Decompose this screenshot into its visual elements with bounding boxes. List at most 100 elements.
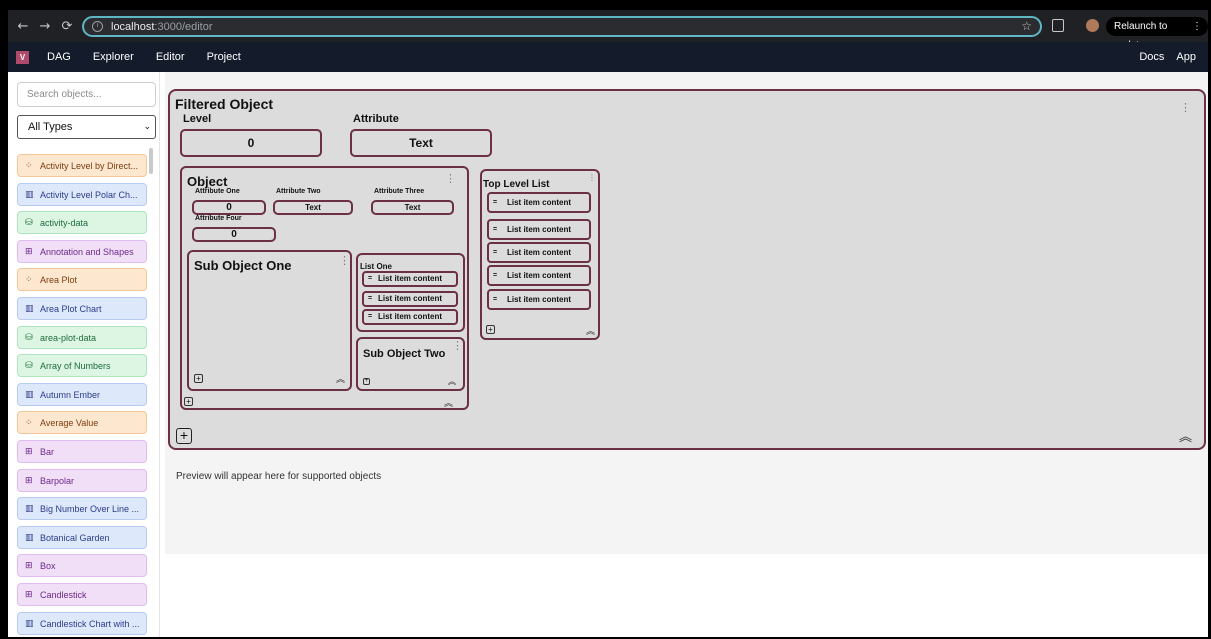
list-item[interactable]: = List item content (362, 271, 458, 287)
profile-avatar[interactable] (1086, 19, 1099, 32)
sidebar-item-label: Big Number Over Line ... (40, 504, 140, 515)
chevron-down-icon: ⌄ (143, 122, 151, 132)
drag-handle-icon[interactable]: = (493, 194, 497, 211)
forward-icon[interactable]: → (34, 19, 56, 34)
list-item[interactable]: = List item content (362, 309, 458, 325)
collapse-icon[interactable]: ︽ (448, 376, 456, 387)
sidebar-item[interactable]: ⁘ Activity Level by Direct... (17, 154, 147, 177)
sidebar-item-label: Box (40, 561, 56, 572)
list-item[interactable]: = List item content (487, 219, 591, 240)
chart-icon: ▥ (25, 304, 34, 314)
menu-dots-icon[interactable]: ⋮ (1192, 17, 1202, 36)
attr3-field[interactable]: Text (371, 200, 454, 215)
nav-docs[interactable]: Docs (1139, 51, 1164, 63)
sub-object-two-title: Sub Object Two (363, 348, 446, 360)
nav-explorer[interactable]: Explorer (93, 51, 134, 63)
site-info-icon[interactable]: i (92, 21, 103, 32)
list-item[interactable]: = List item content (487, 192, 591, 213)
back-icon[interactable]: ← (12, 19, 34, 34)
level-label: Level (183, 113, 212, 125)
add-icon[interactable]: + (194, 374, 203, 383)
sidebar-item-label: Annotation and Shapes (40, 246, 134, 257)
sidebar-item[interactable]: ▥ Big Number Over Line ... (17, 497, 147, 521)
list-item[interactable]: = List item content (487, 265, 591, 286)
attr4-field[interactable]: 0 (192, 227, 276, 242)
collapse-icon[interactable]: ︽ (444, 396, 453, 409)
attr4-label: Attribute Four (195, 215, 242, 222)
extensions-icon[interactable] (1052, 19, 1064, 32)
attr2-field[interactable]: Text (273, 200, 353, 215)
sidebar-item[interactable]: ▥ Botanical Garden (17, 525, 147, 549)
relaunch-button[interactable]: Relaunch to update ⋮ (1106, 17, 1208, 51)
object-menu-icon[interactable]: ⋮ (445, 173, 456, 184)
database-icon: ⛁ (25, 361, 33, 372)
sidebar-item-label: Barpolar (40, 475, 75, 486)
sidebar-item[interactable]: ▥ Candlestick Chart with ... (17, 611, 147, 635)
type-filter-select[interactable]: All Types ⌄ (17, 115, 156, 139)
sidebar-item[interactable]: ⊞ Barpolar (17, 468, 147, 492)
list-item-label: List item content (507, 198, 572, 207)
bookmark-star-icon[interactable]: ☆ (1021, 19, 1032, 33)
list-item-label: List item content (507, 225, 572, 234)
attribute-field[interactable]: Text (350, 129, 492, 157)
sidebar-item[interactable]: ⊞ Candlestick (17, 583, 147, 606)
drag-handle-icon[interactable]: = (493, 267, 497, 284)
nav-project[interactable]: Project (207, 51, 241, 63)
sidebar-item-label: Bar (40, 447, 55, 457)
sub-object-one-menu-icon[interactable]: ⋮ (339, 255, 350, 266)
add-icon[interactable]: + (176, 428, 192, 444)
address-bar[interactable]: i localhost :3000/editor ☆ (82, 16, 1042, 37)
card-menu-icon[interactable]: ⋮ (1180, 102, 1191, 113)
top-list-menu-icon[interactable]: ⋮ (588, 174, 596, 182)
sidebar-item[interactable]: ⁘ Average Value (17, 411, 147, 435)
add-icon[interactable]: + (486, 325, 495, 334)
collapse-icon[interactable]: ︽ (1179, 426, 1192, 445)
list-item[interactable]: = List item content (362, 291, 458, 307)
sidebar-item[interactable]: ⁘ Area Plot (17, 268, 147, 292)
sidebar-item[interactable]: ⊞ Box (17, 554, 147, 578)
grid-icon: ⊞ (25, 475, 33, 486)
sidebar-item[interactable]: ▥ Activity Level Polar Ch... (17, 182, 147, 206)
level-field[interactable]: 0 (180, 129, 322, 157)
sidebar-item[interactable]: ⛁ activity-data (17, 211, 147, 235)
sidebar-item[interactable]: ⛁ area-plot-data (17, 325, 147, 349)
database-icon: ⛁ (25, 218, 33, 229)
sidebar-scrollbar[interactable] (149, 148, 153, 174)
nav-dag[interactable]: DAG (47, 51, 71, 63)
app-logo[interactable]: V (16, 50, 29, 64)
list-item[interactable]: = List item content (487, 289, 591, 310)
sidebar-item-label: Candlestick Chart with ... (40, 618, 140, 629)
sidebar-item-label: Autumn Ember (40, 389, 101, 400)
list-item-label: List item content (507, 295, 572, 304)
sub-object-two-card: Sub Object Two ⋮ + ︽ (356, 337, 465, 391)
drag-handle-icon[interactable]: = (493, 244, 497, 261)
sub-object-two-menu-icon[interactable]: ⋮ (452, 340, 463, 351)
drag-handle-icon[interactable]: = (368, 273, 372, 285)
sidebar-item[interactable]: ⛁ Array of Numbers (17, 354, 147, 378)
sidebar-item[interactable]: ⊞ Annotation and Shapes (17, 239, 147, 263)
sidebar-item-label: Activity Level by Direct... (40, 161, 139, 171)
search-input[interactable]: Search objects... (17, 82, 156, 107)
collapse-icon[interactable]: ︽ (586, 324, 595, 337)
attr1-field[interactable]: 0 (192, 200, 266, 215)
list-item[interactable]: = List item content (487, 242, 591, 263)
list-one-title: List One (360, 262, 393, 271)
sidebar-item[interactable]: ▥ Area Plot Chart (17, 297, 147, 320)
drag-handle-icon[interactable]: = (493, 221, 497, 238)
drag-handle-icon[interactable]: = (493, 291, 497, 308)
sidebar-item-label: Candlestick (40, 590, 87, 600)
sidebar-item[interactable]: ▥ Autumn Ember (17, 382, 147, 406)
nav-app[interactable]: App (1176, 51, 1196, 63)
object-card: Object ⋮ Attribute One 0 Attribute Two T… (180, 166, 469, 410)
sidebar-item-label: area-plot-data (40, 332, 97, 343)
nav-editor[interactable]: Editor (156, 51, 185, 63)
drag-handle-icon[interactable]: = (368, 311, 372, 323)
add-icon[interactable]: + (363, 378, 370, 385)
grid-icon: ⊞ (25, 561, 33, 572)
collapse-icon[interactable]: ︽ (336, 372, 345, 385)
reload-icon[interactable]: ⟳ (56, 19, 78, 34)
add-icon[interactable]: + (184, 397, 193, 406)
sidebar-item-label: Area Plot Chart (40, 304, 102, 314)
drag-handle-icon[interactable]: = (368, 293, 372, 305)
sidebar-item[interactable]: ⊞ Bar (17, 440, 147, 463)
